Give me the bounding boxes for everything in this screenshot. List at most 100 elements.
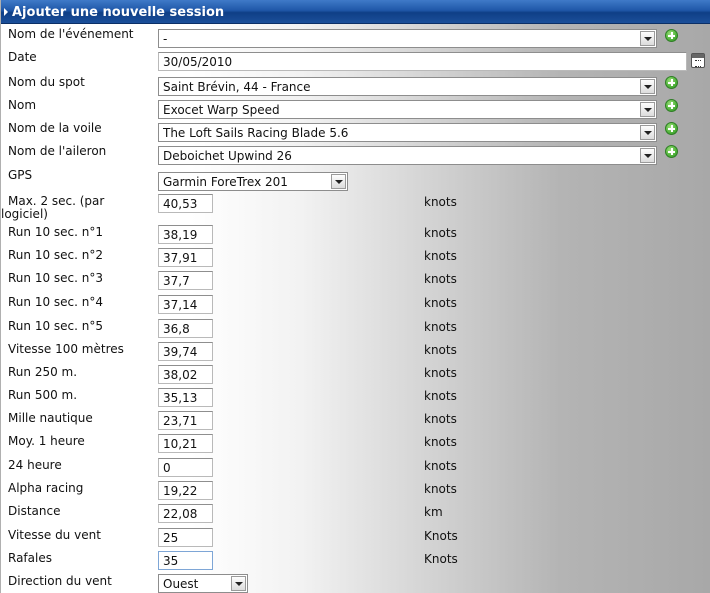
date-value: 30/05/2010 bbox=[163, 55, 233, 69]
run5-unit: knots bbox=[424, 320, 457, 334]
fin-label: Nom de l'aileron bbox=[8, 144, 107, 158]
panel-header: Ajouter une nouvelle session bbox=[1, 0, 710, 24]
alpha-value: 19,22 bbox=[163, 484, 198, 498]
wind-label: Vitesse du vent bbox=[8, 528, 101, 542]
run250-label: Run 250 m. bbox=[8, 365, 78, 379]
h24-value: 0 bbox=[163, 461, 171, 475]
mile-unit: knots bbox=[424, 412, 457, 426]
h24-label: 24 heure bbox=[8, 458, 62, 472]
run5-input[interactable]: 36,8 bbox=[158, 319, 213, 338]
max2-label-line2: logiciel) bbox=[1, 207, 48, 221]
chevron-down-icon[interactable] bbox=[640, 102, 655, 117]
mile-input[interactable]: 23,71 bbox=[158, 411, 213, 430]
run1-label: Run 10 sec. n°1 bbox=[8, 225, 104, 239]
moy1h-unit: knots bbox=[424, 435, 457, 449]
date-label: Date bbox=[8, 50, 37, 64]
mile-label: Mille nautique bbox=[8, 411, 93, 425]
spot-label: Nom du spot bbox=[8, 75, 85, 89]
run2-unit: knots bbox=[424, 249, 457, 263]
winddir-value: Ouest bbox=[163, 577, 199, 591]
gps-select[interactable]: Garmin ForeTrex 201 bbox=[158, 172, 348, 191]
distance-label: Distance bbox=[8, 504, 61, 518]
fin-select[interactable]: Deboichet Upwind 26 bbox=[158, 146, 657, 165]
sail-label: Nom de la voile bbox=[8, 121, 102, 135]
v100-value: 39,74 bbox=[163, 345, 198, 359]
mile-value: 23,71 bbox=[163, 414, 198, 428]
run3-unit: knots bbox=[424, 272, 457, 286]
chevron-down-icon[interactable] bbox=[331, 174, 346, 189]
run4-input[interactable]: 37,14 bbox=[158, 295, 213, 314]
run500-input[interactable]: 35,13 bbox=[158, 388, 213, 407]
run1-value: 38,19 bbox=[163, 228, 198, 242]
collapse-arrow-icon[interactable] bbox=[4, 8, 8, 16]
run5-value: 36,8 bbox=[163, 322, 190, 336]
winddir-label: Direction du vent bbox=[8, 574, 112, 588]
run4-unit: knots bbox=[424, 296, 457, 310]
event-select[interactable]: - bbox=[158, 29, 657, 48]
run250-input[interactable]: 38,02 bbox=[158, 365, 213, 384]
run250-unit: knots bbox=[424, 366, 457, 380]
gusts-input[interactable]: 35 bbox=[158, 551, 213, 570]
max2-input[interactable]: 40,53 bbox=[158, 194, 213, 213]
chevron-down-icon[interactable] bbox=[640, 79, 655, 94]
v100-input[interactable]: 39,74 bbox=[158, 342, 213, 361]
add-board-icon[interactable] bbox=[665, 99, 678, 112]
run3-input[interactable]: 37,7 bbox=[158, 271, 213, 290]
distance-unit: km bbox=[424, 505, 443, 519]
run2-value: 37,91 bbox=[163, 251, 198, 265]
panel-title: Ajouter une nouvelle session bbox=[12, 5, 225, 20]
add-fin-icon[interactable] bbox=[665, 145, 678, 158]
chevron-down-icon[interactable] bbox=[640, 125, 655, 140]
max2-unit: knots bbox=[424, 195, 457, 209]
run2-input[interactable]: 37,91 bbox=[158, 248, 213, 267]
fin-value: Deboichet Upwind 26 bbox=[163, 149, 292, 163]
add-event-icon[interactable] bbox=[665, 29, 678, 42]
gps-value: Garmin ForeTrex 201 bbox=[163, 175, 288, 189]
v100-unit: knots bbox=[424, 343, 457, 357]
add-session-form: Ajouter une nouvelle session Nom de l'év… bbox=[0, 0, 710, 593]
alpha-label: Alpha racing bbox=[8, 481, 84, 495]
date-input[interactable]: 30/05/2010 bbox=[158, 52, 687, 71]
wind-value: 25 bbox=[163, 531, 179, 545]
event-label: Nom de l'événement bbox=[8, 27, 134, 41]
chevron-down-icon[interactable] bbox=[640, 148, 655, 163]
run500-value: 35,13 bbox=[163, 391, 198, 405]
run5-label: Run 10 sec. n°5 bbox=[8, 319, 104, 333]
event-value: - bbox=[163, 32, 168, 46]
run2-label: Run 10 sec. n°2 bbox=[8, 248, 104, 262]
h24-unit: knots bbox=[424, 459, 457, 473]
run500-label: Run 500 m. bbox=[8, 388, 78, 402]
chevron-down-icon[interactable] bbox=[640, 31, 655, 46]
alpha-unit: knots bbox=[424, 482, 457, 496]
distance-input[interactable]: 22,08 bbox=[158, 504, 213, 523]
chevron-down-icon[interactable] bbox=[231, 576, 246, 591]
gps-label: GPS bbox=[8, 168, 33, 182]
h24-input[interactable]: 0 bbox=[158, 458, 213, 477]
wind-unit: Knots bbox=[424, 529, 458, 543]
max2-label: Max. 2 sec. (par logiciel) bbox=[1, 195, 153, 221]
moy1h-label: Moy. 1 heure bbox=[8, 434, 85, 448]
max2-value: 40,53 bbox=[163, 197, 198, 211]
gusts-value: 35 bbox=[163, 554, 179, 568]
moy1h-input[interactable]: 10,21 bbox=[158, 434, 213, 453]
sail-select[interactable]: The Loft Sails Racing Blade 5.6 bbox=[158, 123, 657, 142]
alpha-input[interactable]: 19,22 bbox=[158, 481, 213, 500]
distance-value: 22,08 bbox=[163, 507, 198, 521]
run500-unit: knots bbox=[424, 389, 457, 403]
board-select[interactable]: Exocet Warp Speed bbox=[158, 100, 657, 119]
moy1h-value: 10,21 bbox=[163, 437, 198, 451]
add-sail-icon[interactable] bbox=[665, 122, 678, 135]
add-spot-icon[interactable] bbox=[665, 76, 678, 89]
winddir-select[interactable]: Ouest bbox=[158, 574, 248, 593]
run3-value: 37,7 bbox=[163, 274, 190, 288]
run1-unit: knots bbox=[424, 226, 457, 240]
calendar-icon[interactable] bbox=[691, 53, 705, 68]
run4-value: 37,14 bbox=[163, 298, 198, 312]
run3-label: Run 10 sec. n°3 bbox=[8, 271, 104, 285]
spot-select[interactable]: Saint Brévin, 44 - France bbox=[158, 77, 657, 96]
board-value: Exocet Warp Speed bbox=[163, 103, 280, 117]
gusts-label: Rafales bbox=[8, 551, 52, 565]
wind-input[interactable]: 25 bbox=[158, 528, 213, 547]
run1-input[interactable]: 38,19 bbox=[158, 225, 213, 244]
sail-value: The Loft Sails Racing Blade 5.6 bbox=[163, 126, 349, 140]
